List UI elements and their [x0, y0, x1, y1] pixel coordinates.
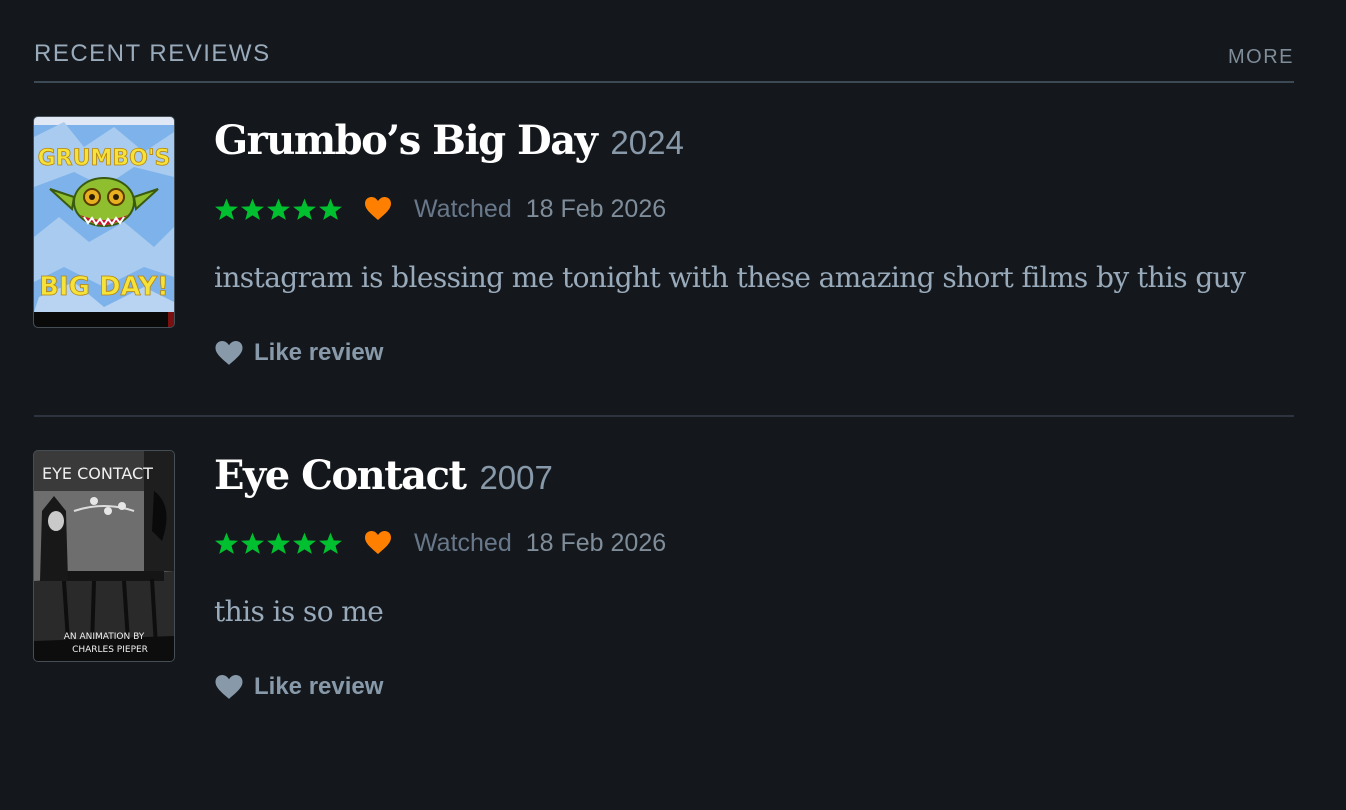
film-title-row: Grumbo’s Big Day 2024 — [214, 117, 684, 164]
review-text: instagram is blessing me tonight with th… — [214, 261, 1246, 294]
like-review-button[interactable]: Like review — [214, 673, 383, 701]
review-item: GRUMBO'S BIG DAY! Grumbo’s Big Day 2024 — [34, 83, 1294, 415]
poster-image-grumbos-big-day: GRUMBO'S BIG DAY! — [34, 117, 174, 327]
liked-heart-icon — [365, 531, 391, 554]
watched-label: Watched — [414, 194, 512, 223]
star-icon — [241, 198, 264, 220]
recent-reviews-section: RECENT REVIEWS MORE GRUMBO'S BIG DAY! Gr… — [34, 0, 1294, 700]
like-review-label: Like review — [254, 339, 384, 366]
poster-credit-line-2: CHARLES PIEPER — [72, 645, 148, 655]
heart-icon — [215, 674, 243, 699]
star-icon — [241, 532, 264, 554]
like-review-label: Like review — [254, 673, 384, 700]
poster-bottom-text: BIG DAY! — [39, 272, 169, 302]
film-year-link[interactable]: 2024 — [610, 124, 683, 161]
poster-top-text: GRUMBO'S — [38, 146, 171, 171]
section-title: RECENT REVIEWS — [34, 40, 271, 67]
poster-title-text: EYE CONTACT — [42, 464, 153, 483]
star-icon — [319, 198, 342, 220]
star-icon — [293, 532, 316, 554]
film-title-link[interactable]: Grumbo’s Big Day — [214, 117, 598, 164]
section-header: RECENT REVIEWS MORE — [34, 0, 1294, 83]
heart-icon — [215, 340, 243, 365]
star-icon — [215, 198, 238, 220]
liked-heart-icon — [365, 197, 391, 220]
watched-date[interactable]: 18 Feb 2026 — [526, 529, 666, 558]
film-poster[interactable]: EYE CONTACT AN ANIMATION BY CHARLES PIEP… — [34, 451, 174, 661]
star-icon — [267, 198, 290, 220]
star-rating — [214, 531, 344, 556]
film-title-link[interactable]: Eye Contact — [214, 452, 467, 499]
star-rating — [214, 197, 344, 222]
star-icon — [319, 532, 342, 554]
review-meta: Watched 18 Feb 2026 — [214, 528, 666, 558]
star-icon — [267, 532, 290, 554]
star-icon — [215, 532, 238, 554]
poster-credit-line-1: AN ANIMATION BY — [64, 632, 145, 642]
watched-date[interactable]: 18 Feb 2026 — [526, 195, 666, 224]
film-title-row: Eye Contact 2007 — [214, 452, 553, 499]
star-icon — [293, 198, 316, 220]
review-text: this is so me — [214, 595, 384, 628]
poster-image-eye-contact: EYE CONTACT AN ANIMATION BY CHARLES PIEP… — [34, 451, 174, 661]
film-year-link[interactable]: 2007 — [479, 459, 552, 496]
review-meta: Watched 18 Feb 2026 — [214, 194, 666, 224]
review-item: EYE CONTACT AN ANIMATION BY CHARLES PIEP… — [34, 415, 1294, 747]
more-link[interactable]: MORE — [1228, 46, 1294, 69]
watched-label: Watched — [414, 528, 512, 557]
like-review-button[interactable]: Like review — [214, 339, 383, 367]
film-poster[interactable]: GRUMBO'S BIG DAY! — [34, 117, 174, 327]
